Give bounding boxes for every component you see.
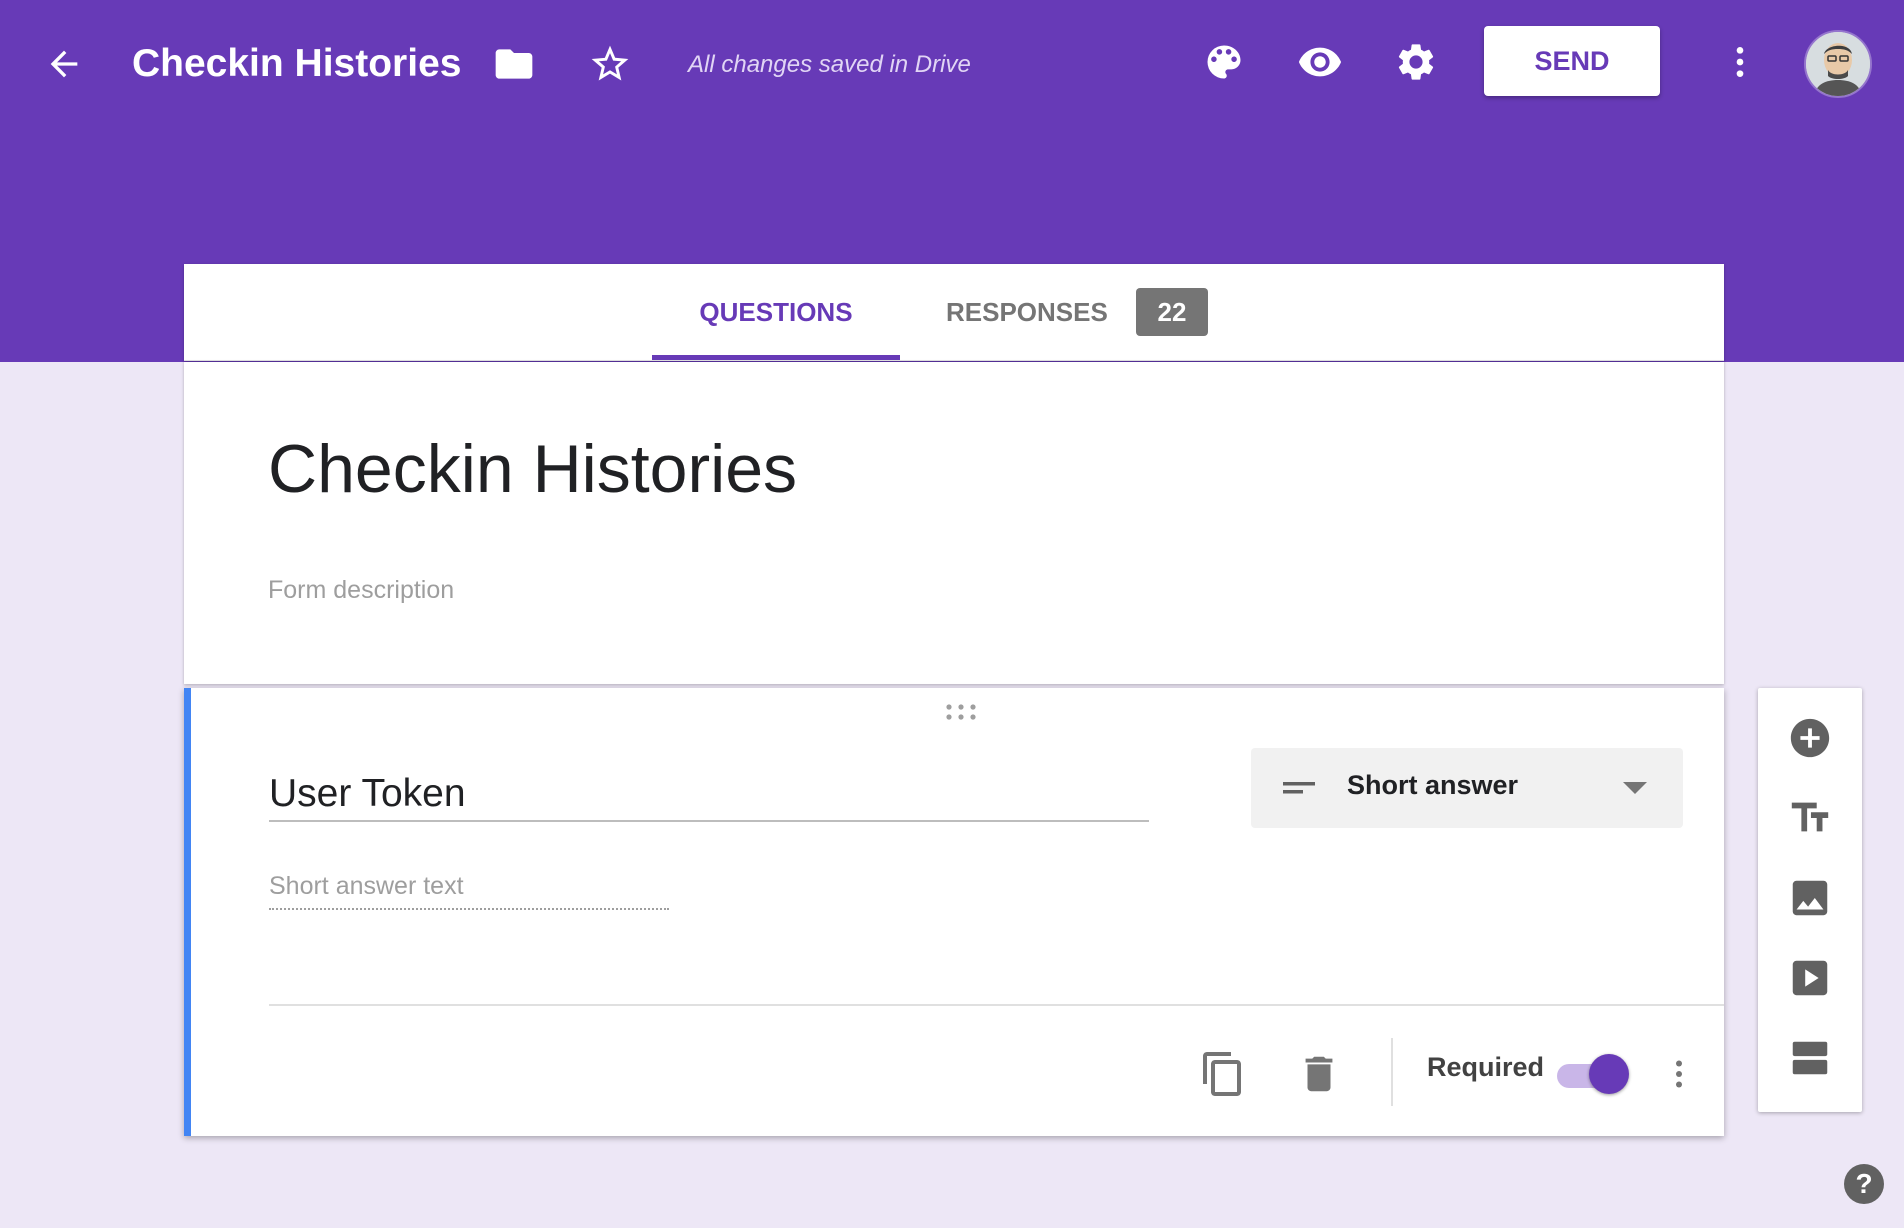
question-title-input[interactable]: User Token xyxy=(269,768,1149,822)
chevron-down-icon xyxy=(1623,782,1647,794)
help-icon[interactable]: ? xyxy=(1844,1164,1884,1204)
side-toolbar xyxy=(1758,688,1862,1112)
image-icon xyxy=(1792,880,1828,916)
section-icon xyxy=(1792,1041,1828,1075)
short-answer-icon xyxy=(1283,782,1315,794)
toggle-knob xyxy=(1589,1054,1629,1094)
required-label: Required xyxy=(1427,1052,1545,1082)
video-icon xyxy=(1792,960,1828,996)
drag-handle-icon[interactable] xyxy=(943,702,979,722)
add-title-button[interactable] xyxy=(1778,786,1842,850)
responses-count-badge: 22 xyxy=(1136,288,1208,336)
add-image-button[interactable] xyxy=(1778,866,1842,930)
palette-icon[interactable] xyxy=(1198,36,1250,88)
tabs-bar: QUESTIONS RESPONSES 22 xyxy=(184,264,1724,361)
duplicate-icon[interactable] xyxy=(1191,1042,1255,1106)
form-title[interactable]: Checkin Histories xyxy=(268,430,797,508)
form-header-card: Checkin Histories Form description xyxy=(184,362,1724,684)
tab-questions[interactable]: QUESTIONS xyxy=(652,264,900,360)
trash-icon[interactable] xyxy=(1287,1042,1351,1106)
add-video-button[interactable] xyxy=(1778,946,1842,1010)
add-question-button[interactable] xyxy=(1778,706,1842,770)
text-title-icon xyxy=(1791,802,1829,832)
add-section-button[interactable] xyxy=(1778,1026,1842,1090)
form-description-field[interactable]: Form description xyxy=(268,576,454,605)
preview-eye-icon[interactable] xyxy=(1294,36,1346,88)
footer-separator xyxy=(1391,1038,1393,1106)
question-card[interactable]: User Token Short answer Short answer tex… xyxy=(184,688,1724,1136)
question-more-vert-icon[interactable] xyxy=(1659,1046,1699,1102)
question-type-dropdown[interactable]: Short answer xyxy=(1251,748,1683,828)
tab-responses-label: RESPONSES xyxy=(946,296,1108,327)
tab-questions-label: QUESTIONS xyxy=(699,296,853,327)
star-icon[interactable] xyxy=(584,38,636,90)
send-button[interactable]: SEND xyxy=(1484,26,1660,96)
form-name-title[interactable]: Checkin Histories xyxy=(132,38,461,90)
question-type-label: Short answer xyxy=(1347,770,1519,800)
footer-divider xyxy=(269,1004,1724,1006)
back-arrow-icon[interactable] xyxy=(40,40,88,88)
avatar[interactable] xyxy=(1804,30,1872,98)
short-answer-placeholder: Short answer text xyxy=(269,868,669,910)
add-circle-icon xyxy=(1790,718,1830,758)
more-vert-icon[interactable] xyxy=(1716,36,1764,88)
gear-icon[interactable] xyxy=(1390,36,1442,88)
folder-icon[interactable] xyxy=(488,38,540,90)
required-toggle[interactable] xyxy=(1553,1054,1629,1094)
save-status: All changes saved in Drive xyxy=(688,51,971,78)
